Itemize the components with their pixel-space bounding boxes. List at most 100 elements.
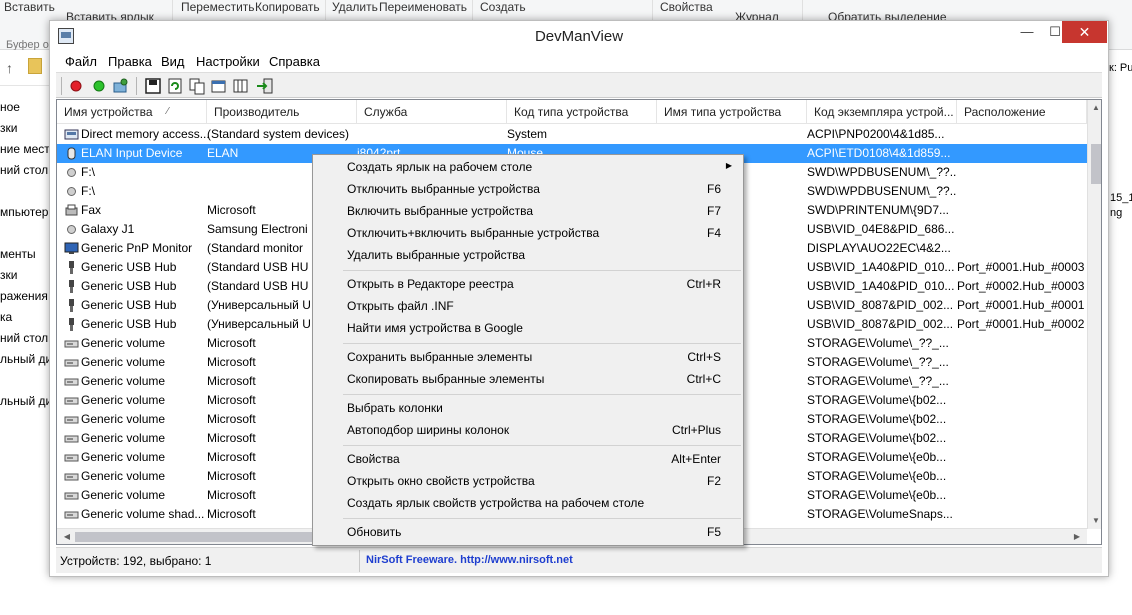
nirsoft-link[interactable]: NirSoft Freeware. http://www.nirsoft.net <box>366 554 573 566</box>
cell-instance-id: STORAGE\Volume\{e0b... <box>807 450 947 464</box>
cell-location <box>957 410 1087 429</box>
context-menu-item[interactable]: Создать ярлык на рабочем столе ▶ <box>315 157 741 179</box>
menu-help[interactable]: Справка <box>269 54 320 69</box>
choose-columns-icon[interactable] <box>232 77 250 95</box>
bg-nav-item: менты <box>0 247 36 261</box>
copy-icon[interactable] <box>188 77 206 95</box>
bg-rename-label: Переименовать <box>379 0 467 14</box>
column-device-type-code[interactable]: Код типа устройства <box>507 100 657 124</box>
open-properties-icon[interactable] <box>210 77 228 95</box>
bg-paste-label: Вставить <box>4 0 55 14</box>
context-menu-item[interactable]: Открыть окно свойств устройства F2 <box>315 471 741 493</box>
cell-device-name: Generic volume <box>81 355 166 369</box>
scroll-left-arrow-icon[interactable]: ◀ <box>59 532 75 541</box>
fax-icon <box>65 204 78 216</box>
column-device-name[interactable]: Имя устройства ⁄ <box>57 100 207 124</box>
bg-copy-label: Копировать <box>255 0 320 14</box>
title-bar[interactable]: DevManView — ☐ ✕ <box>50 21 1108 52</box>
menu-item-label: Открыть в Редакторе реестра <box>347 277 514 291</box>
portable-device-icon <box>67 225 76 234</box>
vertical-scrollbar[interactable]: ▲ ▼ <box>1087 100 1101 529</box>
context-menu-item[interactable]: Скопировать выбранные элементы Ctrl+C <box>315 369 741 391</box>
refresh-icon[interactable] <box>166 77 184 95</box>
menu-item-label: Свойства <box>347 452 400 466</box>
monitor-icon <box>64 242 79 254</box>
cell-instance-id: SWD\WPDBUSENUM\_??... <box>807 184 957 198</box>
cell-device-name: Generic USB Hub <box>81 298 177 312</box>
properties-gear-icon[interactable] <box>112 77 130 95</box>
context-menu-item[interactable]: Сохранить выбранные элементы Ctrl+S <box>315 347 741 369</box>
context-menu-item[interactable]: Отключить выбранные устройства F6 <box>315 179 741 201</box>
sort-indicator-icon: ⁄ <box>167 106 169 117</box>
background-nav-pane: ное зки ние мест ний стол мпьютер менты … <box>0 86 52 615</box>
cell-instance-id: STORAGE\Volume\{e0b... <box>807 488 947 502</box>
bg-nav-item: ражения <box>0 289 48 303</box>
cell-device-name: Generic USB Hub <box>81 260 177 274</box>
cell-instance-id: STORAGE\VolumeSnaps... <box>807 507 953 521</box>
bg-nav-item: мпьютер <box>0 205 49 219</box>
column-service[interactable]: Служба <box>357 100 507 124</box>
usb-icon <box>69 280 74 293</box>
enable-device-icon[interactable] <box>90 77 108 95</box>
cell-device-name: F:\ <box>81 165 95 179</box>
cell-instance-id: SWD\WPDBUSENUM\_??... <box>807 165 957 179</box>
disable-device-icon[interactable] <box>67 77 85 95</box>
scroll-right-arrow-icon[interactable]: ▶ <box>1069 532 1085 541</box>
cell-device-name: F:\ <box>81 184 95 198</box>
context-menu-item[interactable]: Включить выбранные устройства F7 <box>315 201 741 223</box>
cell-instance-id: STORAGE\Volume\_??_... <box>807 374 949 388</box>
cell-instance-id: STORAGE\Volume\{b02... <box>807 412 947 426</box>
toolbar-divider <box>136 77 137 95</box>
table-row[interactable]: Direct memory access... (Standard system … <box>57 125 1087 144</box>
menu-view[interactable]: Вид <box>161 54 185 69</box>
column-header-row: Имя устройства ⁄ Производитель Служба Код… <box>57 100 1087 124</box>
menu-file[interactable]: Файл <box>65 54 97 69</box>
vertical-scroll-thumb[interactable] <box>1091 144 1101 184</box>
column-location[interactable]: Расположение <box>957 100 1087 124</box>
cell-device-name: Generic USB Hub <box>81 317 177 331</box>
minimize-button[interactable]: — <box>1013 21 1041 43</box>
column-device-type-name[interactable]: Имя типа устройства <box>657 100 807 124</box>
column-manufacturer[interactable]: Производитель <box>207 100 357 124</box>
column-instance-id[interactable]: Код экземпляра устрой... <box>807 100 957 124</box>
close-button[interactable]: ✕ <box>1062 21 1107 43</box>
cell-location <box>957 163 1087 182</box>
cell-location <box>957 467 1087 486</box>
scroll-up-arrow-icon[interactable]: ▲ <box>1088 103 1101 112</box>
volume-icon <box>64 473 79 481</box>
context-menu-item[interactable]: Открыть файл .INF <box>315 296 741 318</box>
folder-icon <box>28 58 42 74</box>
horizontal-scroll-thumb[interactable] <box>75 532 325 542</box>
save-icon[interactable] <box>144 77 162 95</box>
cell-device-name: ELAN Input Device <box>81 146 183 160</box>
menu-item-label: Отключить+включить выбранные устройства <box>347 226 600 240</box>
cell-location <box>957 505 1087 524</box>
cell-device-name: Generic volume <box>81 469 166 483</box>
context-menu-item[interactable]: Создать ярлык свойств устройства на рабо… <box>315 493 741 515</box>
menu-settings[interactable]: Настройки <box>196 54 260 69</box>
menu-item-shortcut: Alt+Enter <box>671 452 721 466</box>
volume-icon <box>64 359 79 367</box>
bg-nav-item: ний стол <box>0 331 49 345</box>
portable-device-icon <box>67 187 76 196</box>
context-menu-item[interactable]: Обновить F5 <box>315 522 741 544</box>
cell-service <box>357 125 507 144</box>
volume-icon <box>64 511 79 519</box>
menu-edit[interactable]: Правка <box>108 54 152 69</box>
exit-icon[interactable] <box>256 77 274 95</box>
context-menu-item[interactable]: Удалить выбранные устройства <box>315 245 741 267</box>
status-divider <box>359 550 360 572</box>
cell-instance-id: USB\VID_04E8&PID_686... <box>807 222 955 236</box>
context-menu-item[interactable]: Свойства Alt+Enter <box>315 449 741 471</box>
context-menu-item[interactable]: Выбрать колонки <box>315 398 741 420</box>
cell-manufacturer: (Standard system devices) <box>207 127 350 141</box>
submenu-arrow-icon: ▶ <box>725 161 732 170</box>
cell-instance-id: STORAGE\Volume\_??_... <box>807 355 949 369</box>
context-menu-item[interactable]: Открыть в Редакторе реестра Ctrl+R <box>315 274 741 296</box>
scroll-down-arrow-icon[interactable]: ▼ <box>1088 516 1101 525</box>
context-menu-item[interactable]: Найти имя устройства в Google <box>315 318 741 340</box>
context-menu-item[interactable]: Автоподбор ширины колонок Ctrl+Plus <box>315 420 741 442</box>
menu-separator <box>343 343 741 344</box>
menu-item-label: Включить выбранные устройства <box>347 204 534 218</box>
context-menu-item[interactable]: Отключить+включить выбранные устройства F… <box>315 223 741 245</box>
